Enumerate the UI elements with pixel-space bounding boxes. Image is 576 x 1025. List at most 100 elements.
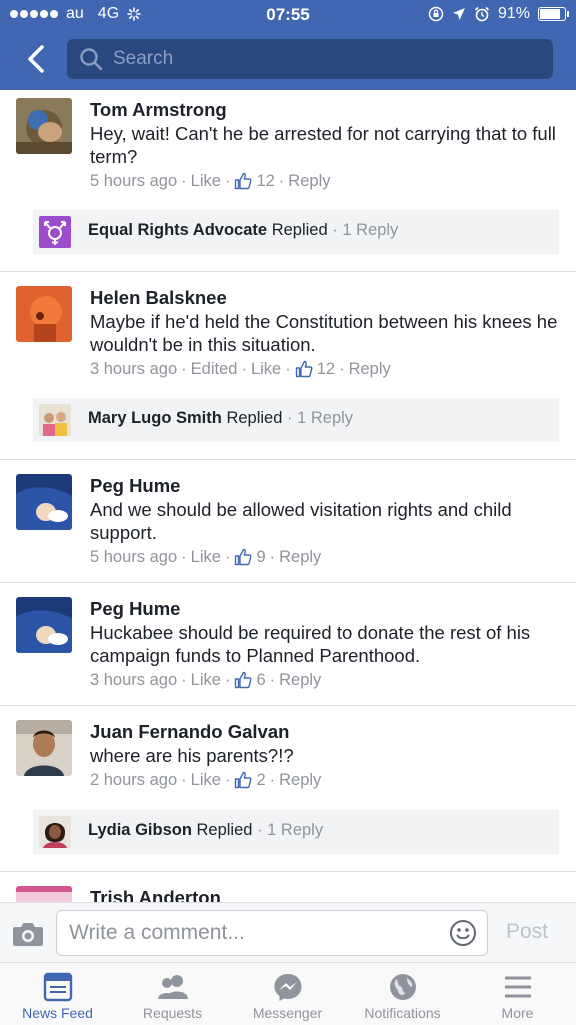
globe-icon	[389, 974, 416, 1000]
tab-notifications[interactable]: Notifications	[345, 963, 460, 1025]
avatar[interactable]	[16, 597, 72, 653]
avatar	[39, 404, 71, 436]
comment-placeholder: Write a comment...	[69, 921, 245, 944]
reply-summary: Equal Rights Advocate Replied · 1 Reply	[88, 221, 399, 239]
comment-author[interactable]: Peg Hume	[90, 597, 560, 621]
reply-author[interactable]: Lydia Gibson	[88, 821, 192, 839]
search-icon	[80, 48, 103, 71]
avatar[interactable]	[16, 886, 72, 902]
thumbs-up-icon	[295, 360, 313, 378]
edited-label[interactable]: Edited	[191, 358, 238, 380]
reply-preview[interactable]: Equal Rights Advocate Replied · 1 Reply	[33, 210, 559, 254]
tab-more[interactable]: More	[460, 963, 575, 1025]
reply-author[interactable]: Mary Lugo Smith	[88, 409, 222, 427]
chevron-left-icon	[28, 45, 44, 73]
thumbs-up-icon	[235, 671, 252, 689]
like-count[interactable]: 12	[317, 358, 335, 380]
comment-time[interactable]: 5 hours ago	[90, 546, 177, 568]
comment-text: Maybe if he'd held the Constitution betw…	[90, 311, 558, 355]
divider	[0, 459, 576, 460]
reply-author[interactable]: Equal Rights Advocate	[88, 221, 267, 239]
avatar[interactable]	[16, 474, 72, 530]
menu-icon	[504, 976, 531, 998]
top-bar: au 4G 07:55 91% Search	[0, 0, 576, 90]
divider	[0, 871, 576, 872]
like-count[interactable]: 12	[256, 170, 274, 192]
alarm-icon	[474, 6, 490, 22]
comment-input[interactable]: Write a comment...	[56, 910, 488, 956]
reply-count[interactable]: 1 Reply	[342, 221, 398, 239]
comment-text: Hey, wait! Can't he be arrested for not …	[90, 123, 556, 167]
tab-label: News Feed	[22, 1005, 93, 1021]
tab-news-feed[interactable]: News Feed	[0, 963, 115, 1025]
avatar	[39, 216, 71, 248]
news-feed-icon	[43, 972, 72, 1002]
battery-icon	[538, 7, 569, 21]
comment-text: Huckabee should be required to donate th…	[90, 622, 531, 666]
comment-meta: 2 hours ago · Like · 2 · Reply	[90, 769, 322, 791]
emoji-icon[interactable]	[449, 919, 477, 947]
comment-meta: 5 hours ago · Like · 12 · Reply	[90, 170, 331, 192]
rotation-lock-icon	[428, 6, 444, 22]
thumbs-up-icon	[235, 548, 252, 566]
comment-text: where are his parents?!?	[90, 745, 294, 766]
comments-feed[interactable]: Tom Armstrong Hey, wait! Can't he be arr…	[0, 90, 576, 902]
comment-time[interactable]: 5 hours ago	[90, 170, 177, 192]
tab-label: Requests	[142, 1005, 203, 1021]
tab-messenger[interactable]: Messenger	[230, 963, 345, 1025]
nav-row: Search	[0, 36, 576, 82]
comment-meta: 3 hours ago · Edited · Like · 12 · Reply	[90, 358, 391, 380]
tab-bar: News Feed Requests Messenger Notificatio…	[0, 962, 576, 1025]
avatar	[39, 816, 71, 848]
friends-icon	[157, 975, 188, 999]
search-placeholder: Search	[113, 48, 174, 69]
tab-label: More	[501, 1005, 534, 1021]
location-arrow-icon	[452, 8, 465, 20]
reply-summary: Lydia Gibson Replied · 1 Reply	[88, 821, 324, 839]
reply-button[interactable]: Reply	[279, 769, 321, 791]
thumbs-up-icon	[235, 172, 252, 190]
search-input[interactable]: Search	[67, 39, 553, 79]
divider	[0, 582, 576, 583]
camera-button[interactable]	[12, 921, 44, 952]
status-bar: au 4G 07:55 91%	[0, 0, 576, 30]
like-button[interactable]: Like	[191, 546, 221, 568]
reply-preview[interactable]: Lydia Gibson Replied · 1 Reply	[33, 810, 559, 854]
back-button[interactable]	[22, 42, 54, 76]
reply-action: Replied	[226, 409, 283, 427]
avatar[interactable]	[16, 720, 72, 776]
tab-requests[interactable]: Requests	[115, 963, 230, 1025]
camera-icon	[13, 923, 43, 946]
avatar[interactable]	[16, 98, 72, 154]
comment-time[interactable]: 2 hours ago	[90, 769, 177, 791]
comment-author[interactable]: Helen Balsknee	[90, 286, 560, 310]
comment-time[interactable]: 3 hours ago	[90, 358, 177, 380]
comment-author[interactable]: Peg Hume	[90, 474, 560, 498]
comment-meta: 3 hours ago · Like · 6 · Reply	[90, 669, 322, 691]
reply-count[interactable]: 1 Reply	[267, 821, 323, 839]
reply-count[interactable]: 1 Reply	[297, 409, 353, 427]
like-button[interactable]: Like	[191, 669, 221, 691]
reply-preview[interactable]: Mary Lugo Smith Replied · 1 Reply	[33, 398, 559, 442]
like-count[interactable]: 9	[256, 546, 265, 568]
comment-meta: 5 hours ago · Like · 9 · Reply	[90, 546, 322, 568]
post-button[interactable]: Post	[506, 920, 548, 944]
comment-time[interactable]: 3 hours ago	[90, 669, 177, 691]
like-count[interactable]: 6	[256, 669, 265, 691]
reply-button[interactable]: Reply	[288, 170, 330, 192]
like-button[interactable]: Like	[191, 170, 221, 192]
like-button[interactable]: Like	[251, 358, 281, 380]
battery-percent: 91%	[497, 5, 530, 22]
reply-button[interactable]: Reply	[279, 546, 321, 568]
comment-author[interactable]: Tom Armstrong	[90, 98, 560, 122]
comment-composer: Write a comment... Post	[0, 902, 576, 963]
reply-button[interactable]: Reply	[349, 358, 391, 380]
like-button[interactable]: Like	[191, 769, 221, 791]
reply-summary: Mary Lugo Smith Replied · 1 Reply	[88, 409, 354, 427]
messenger-icon	[274, 974, 301, 1001]
reply-button[interactable]: Reply	[279, 669, 321, 691]
like-count[interactable]: 2	[256, 769, 265, 791]
avatar[interactable]	[16, 286, 72, 342]
comment-author[interactable]: Juan Fernando Galvan	[90, 720, 560, 744]
comment-author[interactable]: Trish Anderton	[90, 886, 560, 902]
